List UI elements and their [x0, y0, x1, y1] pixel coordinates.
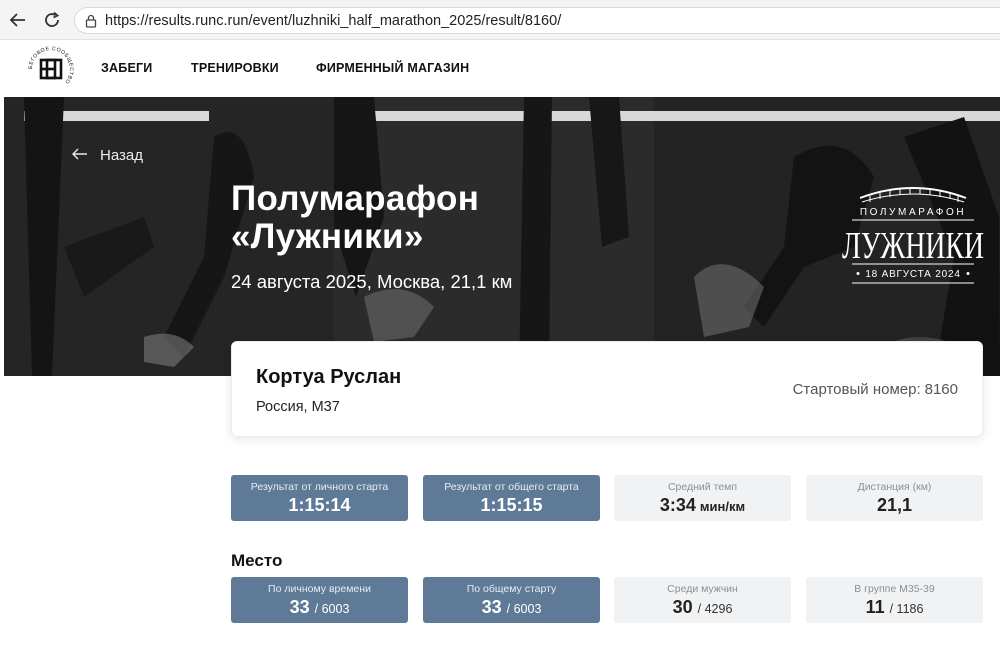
back-link[interactable]: Назад	[72, 147, 143, 165]
place-value: 33	[289, 597, 310, 617]
race-logo-date: 18 АВГУСТА 2024	[865, 269, 960, 280]
site-logo[interactable]: БЕГОВОЕ СООБЩЕСТВО	[26, 44, 76, 94]
race-subtitle: 24 августа 2025, Москва, 21,1 км	[231, 271, 513, 292]
place-section-title: Место	[231, 551, 283, 570]
place-chip-time-tile: По личному времени 33 / 6003	[231, 577, 408, 623]
tile-label: Результат от личного старта	[250, 481, 389, 493]
tile-value: 3:34 мин/км	[614, 495, 791, 516]
race-title-line-1: Полумарафон	[231, 179, 480, 218]
site-info-icon[interactable]	[84, 14, 98, 28]
back-label[interactable]: Назад	[100, 147, 143, 164]
tile-value: 1:15:15	[480, 495, 543, 515]
address-bar[interactable]: https://results.runc.run/event/luzhniki_…	[74, 7, 1000, 34]
hero-banner: Назад Полумарафон «Лужники» 24 августа 2…	[4, 97, 1000, 376]
menu-trainings[interactable]: ТРЕНИРОВКИ	[191, 61, 279, 75]
tile-value: 11 / 1186	[806, 597, 983, 618]
athlete-card: Кортуа Руслан Россия, M37 Стартовый номе…	[231, 341, 983, 437]
tile-value: 21,1	[876, 495, 913, 515]
distance-tile: Дистанция (км) 21,1	[806, 475, 983, 521]
place-total: / 6003	[506, 602, 542, 616]
tile-label: По личному времени	[268, 583, 371, 595]
tile-value: 1:15:14	[288, 495, 351, 515]
race-title-line-2: «Лужники»	[231, 217, 424, 256]
pace-unit: мин/км	[699, 499, 746, 514]
result-chip-time-tile: Результат от личного старта 1:15:14	[231, 475, 408, 521]
place-total: / 4296	[697, 602, 733, 616]
tile-label: В группе M35-39	[854, 583, 935, 595]
place-total: / 1186	[889, 602, 924, 616]
place-value: 11	[865, 597, 885, 617]
tile-value: 33 / 6003	[231, 597, 408, 618]
tile-label: Среди мужчин	[667, 583, 738, 595]
browser-reload-icon[interactable]	[42, 10, 62, 30]
race-title: Полумарафон «Лужники»	[231, 180, 479, 256]
race-logo: ПОЛУМАРАФОН ЛУЖНИКИ 18 АВГУСТА 2024	[842, 187, 984, 284]
result-gun-time-tile: Результат от общего старта 1:15:15	[423, 475, 600, 521]
bib-number: Стартовый номер: 8160	[793, 381, 958, 398]
tile-label: Результат от общего старта	[444, 481, 579, 493]
place-age-group-tile: В группе M35-39 11 / 1186	[806, 577, 983, 623]
menu-shop[interactable]: ФИРМЕННЫЙ МАГАЗИН	[316, 61, 469, 75]
tile-label: По общему старту	[466, 583, 557, 595]
bib-label: Стартовый номер:	[792, 381, 921, 398]
tile-label: Дистанция (км)	[857, 481, 932, 493]
pace-value: 3:34	[659, 495, 696, 515]
place-value: 33	[481, 597, 502, 617]
athlete-name: Кортуа Руслан	[256, 366, 402, 388]
athlete-country-category: Россия, M37	[256, 399, 340, 415]
race-logo-main: ЛУЖНИКИ	[842, 225, 984, 267]
tile-value: 33 / 6003	[423, 597, 600, 618]
arrow-left-icon	[72, 147, 88, 165]
url-text[interactable]: https://results.runc.run/event/luzhniki_…	[105, 13, 561, 29]
bib-value: 8160	[924, 381, 958, 398]
race-logo-top: ПОЛУМАРАФОН	[860, 207, 966, 218]
place-men-tile: Среди мужчин 30 / 4296	[614, 577, 791, 623]
place-gun-time-tile: По общему старту 33 / 6003	[423, 577, 600, 623]
tile-value: 30 / 4296	[614, 597, 791, 618]
browser-back-icon[interactable]	[8, 10, 28, 30]
place-value: 30	[672, 597, 693, 617]
place-total: / 6003	[314, 602, 350, 616]
menu-races[interactable]: ЗАБЕГИ	[101, 61, 152, 75]
browser-toolbar: https://results.runc.run/event/luzhniki_…	[0, 0, 1000, 40]
average-pace-tile: Средний темп 3:34 мин/км	[614, 475, 791, 521]
tile-label: Средний темп	[667, 481, 738, 493]
